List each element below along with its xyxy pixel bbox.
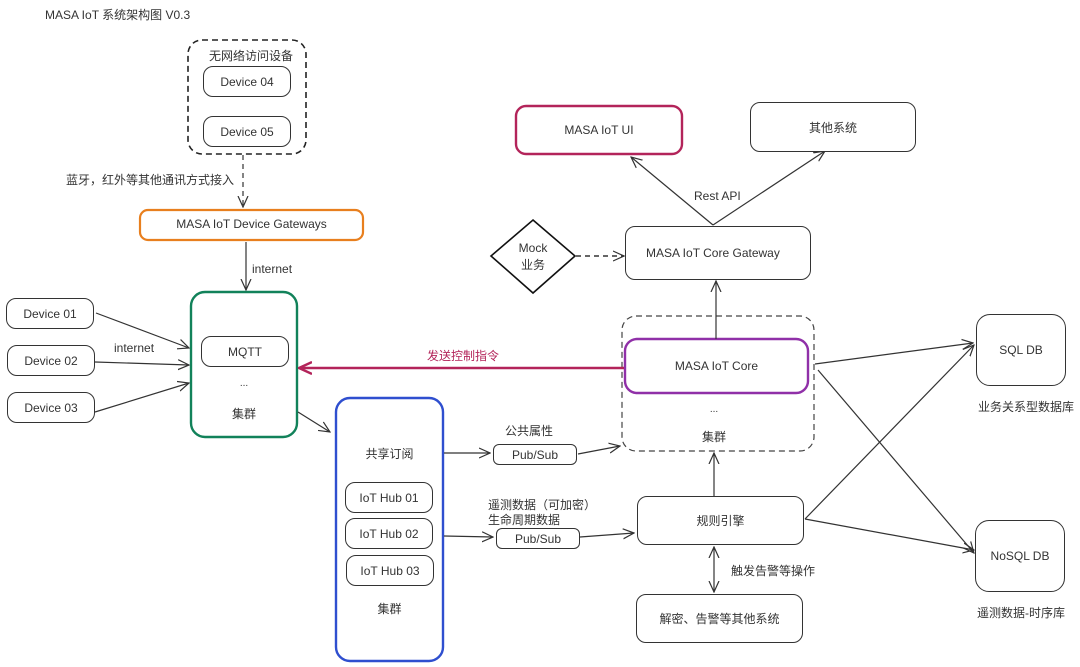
ui-label: MASA IoT UI — [564, 123, 634, 137]
mqtt-cluster-label: 集群 — [231, 407, 256, 421]
device-05-box[interactable]: Device 05 — [203, 116, 291, 147]
nosql-db-caption: 遥测数据-时序库 — [977, 606, 1065, 620]
architecture-diagram: MASA IoT 系统架构图 V0.3 无网络访问设备 Device 04 De… — [0, 0, 1080, 667]
decrypt-alarm-box[interactable]: 解密、告警等其他系统 — [636, 594, 803, 643]
mock-label-line1: Mock — [518, 241, 548, 255]
trigger-alarm-label: 触发告警等操作 — [731, 564, 816, 578]
pubsub-telemetry-to-rules-arrow — [579, 533, 634, 537]
iot-hub-01-box[interactable]: IoT Hub 01 — [345, 482, 433, 513]
core-node-label: MASA IoT Core — [674, 359, 759, 373]
iot-hub-03-box[interactable]: IoT Hub 03 — [346, 555, 434, 586]
core-ellipsis: ... — [709, 404, 719, 415]
device-02-box[interactable]: Device 02 — [7, 345, 95, 376]
mqtt-to-hub-arrow — [297, 411, 330, 432]
mqtt-node-box[interactable]: MQTT — [201, 336, 289, 367]
rest-api-label: Rest API — [694, 189, 741, 203]
connector-layer — [94, 39, 1080, 663]
devices-internet-label: internet — [114, 341, 155, 355]
rule-engine-box[interactable]: 规则引擎 — [637, 496, 804, 545]
mqtt-ellipsis: ... — [239, 378, 249, 389]
core-gateway-box[interactable]: MASA IoT Core Gateway — [625, 226, 811, 280]
other-systems-box[interactable]: 其他系统 — [750, 102, 916, 152]
core-cluster-label: 集群 — [701, 430, 726, 444]
shared-subscription-label: 共享订阅 — [365, 447, 414, 461]
gateway-to-other-systems-arrow — [712, 151, 825, 226]
hub-to-pubsub-telemetry-arrow — [443, 536, 493, 537]
device-01-box[interactable]: Device 01 — [6, 298, 94, 329]
device-03-box[interactable]: Device 03 — [7, 392, 95, 423]
rules-to-sql-arrow — [804, 345, 974, 520]
device-04-box[interactable]: Device 04 — [203, 66, 291, 97]
mock-label-line2: 业务 — [520, 258, 545, 272]
hub-cluster-label: 集群 — [377, 602, 402, 616]
device03-to-mqtt-arrow — [94, 383, 189, 413]
offline-group-label: 无网络访问设备 — [209, 49, 294, 63]
device02-to-mqtt-arrow — [94, 362, 189, 365]
telemetry-label-line2: 生命周期数据 — [488, 513, 561, 527]
public-attributes-label: 公共属性 — [505, 424, 554, 438]
pubsub-public-to-core-arrow — [577, 446, 620, 455]
sql-db-caption: 业务关系型数据库 — [978, 400, 1075, 414]
sql-db-box[interactable]: SQL DB — [976, 314, 1066, 386]
device-gateway-label: MASA IoT Device Gateways — [176, 217, 327, 231]
offline-connection-label: 蓝牙，红外等其他通讯方式接入 — [66, 173, 235, 187]
nosql-db-box[interactable]: NoSQL DB — [975, 520, 1065, 592]
iot-hub-02-box[interactable]: IoT Hub 02 — [345, 518, 433, 549]
control-command-label: 发送控制指令 — [427, 349, 500, 363]
core-to-sql-arrow — [814, 343, 973, 365]
pubsub-public-box[interactable]: Pub/Sub — [493, 444, 577, 465]
gateway-internet-label: internet — [252, 262, 293, 276]
pubsub-telemetry-box[interactable]: Pub/Sub — [496, 528, 580, 549]
